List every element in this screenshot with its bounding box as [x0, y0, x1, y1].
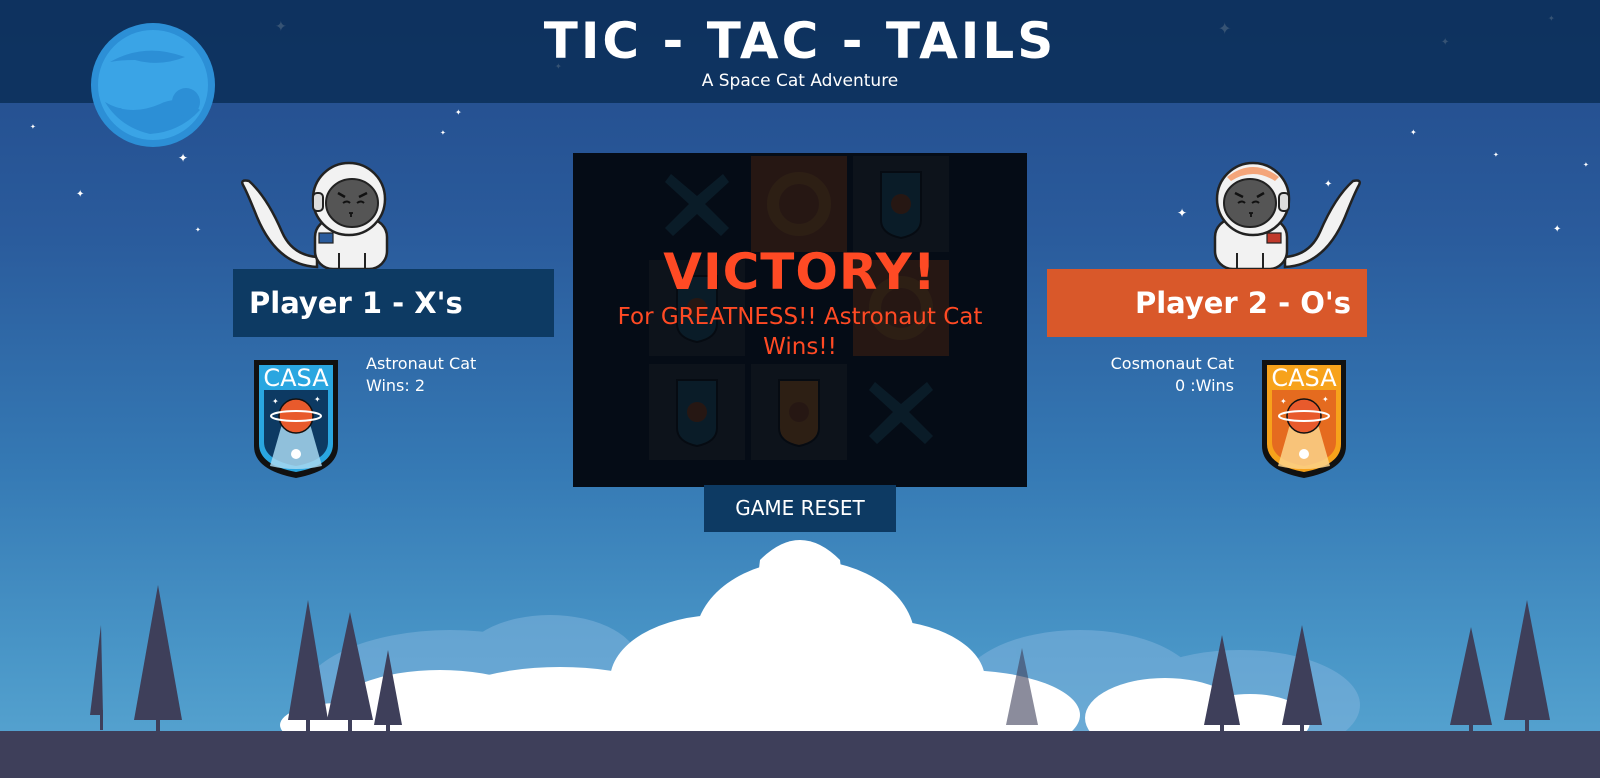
player1-casa-badge: CASA ✦ ✦: [254, 360, 338, 478]
game-subtitle: A Space Cat Adventure: [701, 71, 899, 91]
astronaut-cat-icon: [241, 161, 389, 271]
cosmonaut-cat-icon: [1213, 161, 1361, 271]
svg-text:✦: ✦: [1280, 397, 1287, 406]
player1-wins: Wins: 2: [366, 376, 426, 395]
player2-name: Cosmonaut Cat: [1110, 354, 1234, 373]
player1-info: Astronaut Cat Wins: 2: [366, 353, 476, 397]
game-reset-button[interactable]: GAME RESET: [704, 485, 896, 532]
victory-title: VICTORY!: [663, 243, 937, 301]
player2-wins: 0 :Wins: [1174, 376, 1234, 395]
svg-text:✦: ✦: [314, 395, 321, 404]
svg-text:✦: ✦: [1322, 395, 1329, 404]
victory-message: For GREATNESS!! Astronaut Cat Wins!!: [617, 304, 983, 360]
badge-text: CASA: [1271, 364, 1337, 392]
player1-name: Astronaut Cat: [366, 354, 477, 373]
game-title: TIC - TAC - TAILS: [543, 12, 1057, 70]
player2-casa-badge: CASA ✦ ✦: [1262, 360, 1346, 478]
player2-info: Cosmonaut Cat 0 :Wins: [1050, 353, 1234, 397]
player2-label: Player 2 - O's: [1047, 269, 1367, 337]
badge-text: CASA: [263, 364, 329, 392]
svg-text:✦: ✦: [272, 397, 279, 406]
ground: [0, 731, 1600, 778]
player1-label: Player 1 - X's: [233, 269, 554, 337]
game-stage: ✦ ✦ ✦ ✦ ✦ ✦ ✦ ✦ ✦ ✦ ✦ ✦ ✦ ✦ ✦ ✦ ✦: [0, 0, 1600, 778]
